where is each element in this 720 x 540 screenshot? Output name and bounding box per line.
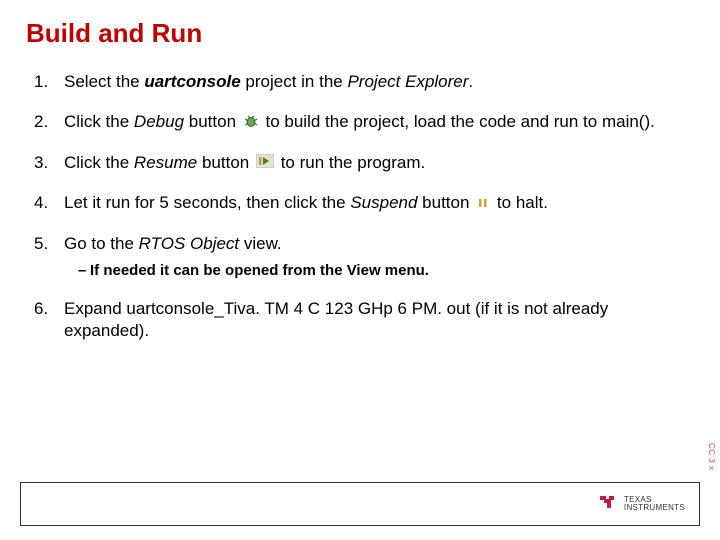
debug-icon (243, 112, 259, 134)
text: Click the (64, 153, 134, 172)
text: Select the (64, 72, 144, 91)
text: to run the program. (281, 153, 426, 172)
text: button (197, 153, 254, 172)
button-name: Suspend (350, 193, 417, 212)
step-num: 1. (34, 71, 48, 93)
text: to build the project, load the code and … (266, 112, 655, 131)
text: Go to the (64, 234, 139, 253)
text: to halt. (497, 193, 548, 212)
step-num: 4. (34, 192, 48, 214)
brand-bottom: INSTRUMENTS (624, 504, 685, 512)
text: project in the (241, 72, 348, 91)
step-num: 5. (34, 233, 48, 255)
footer-bar: TEXAS INSTRUMENTS (20, 482, 700, 526)
step-num: 6. (34, 298, 48, 320)
view-name: Project Explorer (347, 72, 468, 91)
text: Click the (64, 112, 134, 131)
button-name: Debug (134, 112, 184, 131)
step-6: 6. Expand uartconsole_Tiva. TM 4 C 123 G… (34, 298, 694, 342)
step-1: 1. Select the uartconsole project in the… (34, 71, 694, 93)
step-2: 2. Click the Debug button to build the p… (34, 111, 694, 134)
text: view. (239, 234, 282, 253)
step-5: 5. Go to the RTOS Object view. –If neede… (34, 233, 694, 281)
resume-icon (256, 152, 274, 174)
step-num: 3. (34, 152, 48, 174)
text: button (184, 112, 236, 131)
side-label: CC 3 x (707, 443, 716, 470)
ti-logo: TEXAS INSTRUMENTS (598, 492, 685, 517)
dash: – (78, 261, 90, 281)
ti-brand-text: TEXAS INSTRUMENTS (624, 496, 685, 513)
slide-title: Build and Run (26, 18, 694, 49)
text: Let it run for 5 seconds, then click the (64, 193, 350, 212)
substep: –If needed it can be opened from the Vie… (64, 261, 694, 281)
step-4: 4. Let it run for 5 seconds, then click … (34, 192, 694, 215)
view-name: RTOS Object (139, 234, 239, 253)
suspend-icon (476, 193, 490, 215)
button-name: Resume (134, 153, 197, 172)
ti-mark-icon (598, 492, 618, 517)
text: Expand uartconsole_Tiva. TM 4 C 123 GHp … (64, 299, 608, 340)
project-name: uartconsole (144, 72, 240, 91)
steps-list: 1. Select the uartconsole project in the… (26, 71, 694, 343)
subtext: If needed it can be opened from the View… (90, 262, 429, 279)
text: button (417, 193, 469, 212)
step-3: 3. Click the Resume button to run the pr… (34, 152, 694, 175)
text: . (468, 72, 473, 91)
step-num: 2. (34, 111, 48, 133)
